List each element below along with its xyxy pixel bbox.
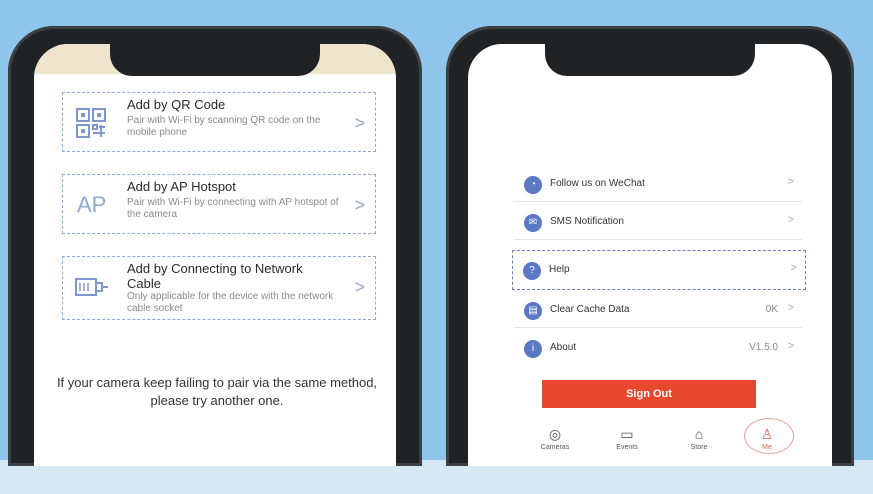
menu-item-label: About [550, 342, 577, 353]
menu-item-label: SMS Notification [550, 216, 624, 227]
menu-item-label: Clear Cache Data [550, 304, 630, 315]
help-icon: ? [523, 262, 541, 280]
store-icon: ⌂ [694, 426, 704, 442]
menu-item-label: Follow us on WeChat [550, 178, 645, 189]
menu-item-about[interactable]: i About V1.5.0 > [514, 332, 802, 366]
tab-store[interactable]: ⌂ Store [672, 424, 726, 451]
chevron-right-icon: > [787, 302, 794, 314]
right-phone: ◔ Follow us on WeChat > ✉ SMS Notificati… [446, 26, 854, 466]
tab-label: Store [690, 444, 708, 451]
add-device-screen: Add by QR Code Pair with Wi-Fi by scanni… [34, 44, 396, 466]
option-description: Pair with Wi-Fi by connecting with AP ho… [127, 197, 339, 220]
menu-item-value: 0K [765, 304, 778, 315]
menu-item-label: Help [549, 264, 570, 275]
camera-icon: ◎ [548, 426, 562, 442]
menu-item-help[interactable]: ? Help > [512, 250, 806, 290]
sign-out-button[interactable]: Sign Out [542, 380, 756, 408]
wechat-icon: ◔ [524, 176, 542, 194]
menu-item-sms-notification[interactable]: ✉ SMS Notification > [514, 206, 802, 240]
me-screen: ◔ Follow us on WeChat > ✉ SMS Notificati… [468, 44, 832, 466]
option-title: Add by AP Hotspot [127, 179, 236, 194]
option-description: Only applicable for the device with the … [127, 291, 334, 314]
qr-code-icon [73, 105, 111, 141]
chevron-right-icon: > [787, 214, 794, 226]
chevron-right-icon: > [787, 176, 794, 188]
tab-me[interactable]: ♙ Me [740, 418, 794, 454]
menu-item-clear-cache[interactable]: ▤ Clear Cache Data 0K > [514, 294, 802, 328]
chevron-right-icon: > [787, 340, 794, 352]
option-title: Add by QR Code [127, 97, 226, 112]
add-by-qr-code-option[interactable]: Add by QR Code Pair with Wi-Fi by scanni… [62, 92, 376, 152]
menu-item-follow-wechat[interactable]: ◔ Follow us on WeChat > [514, 168, 802, 202]
sms-icon: ✉ [524, 214, 542, 232]
chevron-right-icon: > [354, 113, 365, 133]
add-by-network-cable-option[interactable]: Add by Connecting to Network Cable Only … [62, 256, 376, 320]
tab-cameras[interactable]: ◎ Cameras [528, 424, 582, 451]
chevron-right-icon: > [354, 195, 365, 215]
chevron-right-icon: > [790, 262, 797, 274]
ap-hotspot-icon: AP [77, 192, 107, 217]
phone-notch [545, 44, 755, 76]
pairing-hint: If your camera keep failing to pair via … [56, 375, 378, 408]
tab-label: Cameras [540, 444, 570, 451]
network-cable-icon [73, 269, 111, 305]
tab-events[interactable]: ▭ Events [600, 424, 654, 451]
tab-label: Events [616, 444, 638, 451]
active-tab-ring [744, 418, 794, 454]
add-by-ap-hotspot-option[interactable]: AP Add by AP Hotspot Pair with Wi-Fi by … [62, 174, 376, 234]
option-title: Add by Connecting to Network Cable [127, 261, 303, 291]
clear-cache-icon: ▤ [524, 302, 542, 320]
about-icon: i [524, 340, 542, 358]
left-phone: Add by QR Code Pair with Wi-Fi by scanni… [8, 26, 422, 466]
events-icon: ▭ [620, 426, 634, 442]
option-description: Pair with Wi-Fi by scanning QR code on t… [127, 115, 321, 138]
chevron-right-icon: > [354, 277, 365, 297]
phone-notch [110, 44, 320, 76]
bottom-tab-bar: ◎ Cameras ▭ Events ⌂ Store ♙ Me [528, 418, 798, 464]
menu-item-value: V1.5.0 [749, 342, 778, 353]
